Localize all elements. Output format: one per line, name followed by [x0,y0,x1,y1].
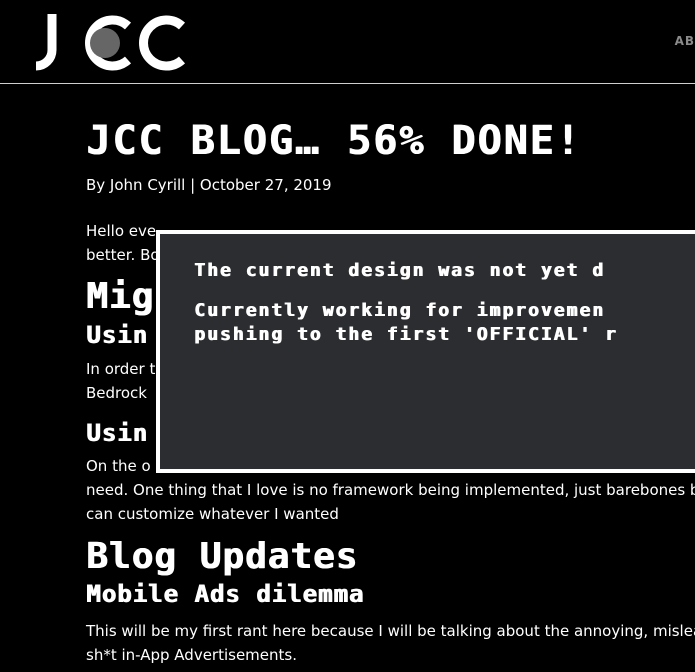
para-other-line-2: need. One thing that I love is no framew… [86,481,695,499]
post-title: JCC BLOG… 56% DONE! [86,118,582,164]
para-rant-line-1: This will be my first rant here because … [86,622,695,640]
para-order-line-1: In order t [86,360,156,378]
modal-notice-line-1: The current design was not yet d [194,260,605,281]
modal-notice-line-2: Currently working for improvemen [194,300,605,321]
section-heading-migration: Mig [86,276,155,317]
modal-notice-line-3: pushing to the first 'OFFICIAL' r [194,324,618,345]
para-other-line-3: can customize whatever I wanted [86,505,339,523]
jcc-logo[interactable] [32,12,192,74]
post-byline: By John Cyrill | October 27, 2019 [86,176,332,194]
para-other-line-1: On the o [86,457,151,475]
nav-link-about[interactable]: AB [675,34,695,48]
para-order-line-2: Bedrock [86,384,147,402]
site-header: AB [0,0,695,84]
para-rant-line-2: sh*t in-App Advertisements. [86,646,297,664]
subheading-mobile-ads: Mobile Ads dilemma [86,580,365,608]
section-heading-blog-updates: Blog Updates [86,536,359,577]
intro-line-2: better. Bo [86,246,160,264]
subheading-using-2: Usin [86,419,148,447]
design-notice-modal[interactable]: The current design was not yet d Current… [156,230,695,473]
intro-line-1: Hello eve [86,222,157,240]
subheading-using-1: Usin [86,321,148,349]
